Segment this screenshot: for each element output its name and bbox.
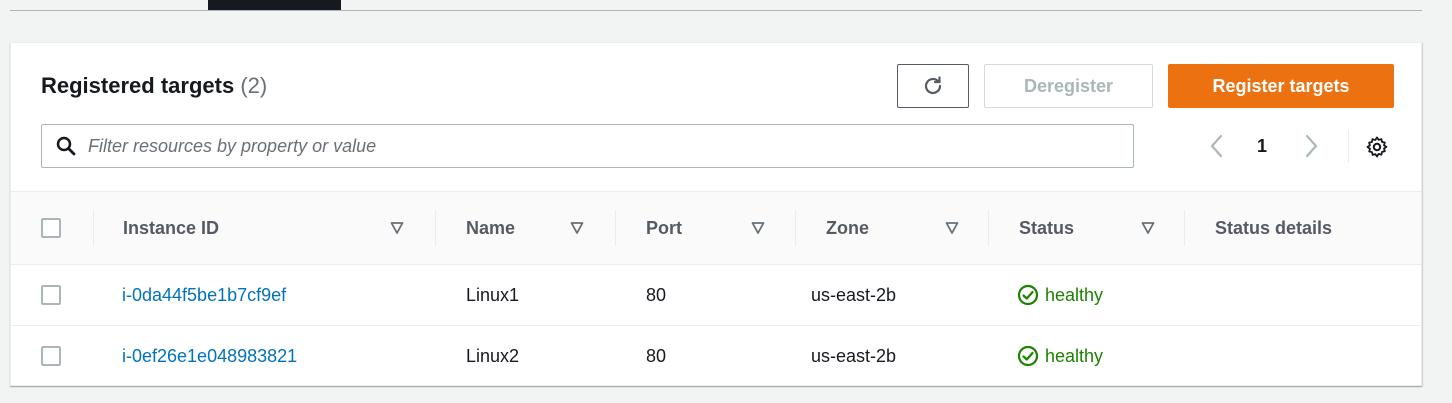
check-circle-icon xyxy=(1017,345,1039,367)
column-header-name[interactable]: Name xyxy=(466,192,515,264)
column-header-instance-id[interactable]: Instance ID xyxy=(123,192,219,264)
chevron-right-icon xyxy=(1305,134,1318,158)
active-tab-indicator xyxy=(208,0,341,10)
gear-icon[interactable] xyxy=(1365,135,1389,159)
sort-icon[interactable] xyxy=(751,221,765,235)
column-divider xyxy=(435,210,436,246)
row-select-checkbox[interactable] xyxy=(41,285,61,305)
column-header-status-details: Status details xyxy=(1215,217,1333,238)
sort-icon[interactable] xyxy=(390,221,404,235)
column-header-zone[interactable]: Zone xyxy=(826,192,869,264)
previous-page-button[interactable] xyxy=(1207,131,1227,161)
select-all-checkbox[interactable] xyxy=(41,218,61,238)
column-divider xyxy=(988,210,989,246)
column-header-port[interactable]: Port xyxy=(646,192,682,264)
refresh-icon xyxy=(924,76,942,95)
zone-value: us-east-2b xyxy=(811,345,897,366)
check-circle-icon xyxy=(1017,284,1039,306)
pager-divider xyxy=(1348,129,1349,163)
port-value: 80 xyxy=(646,284,667,305)
panel-title-text: Registered targets xyxy=(41,73,235,98)
status-cell: healthy xyxy=(1017,326,1103,386)
row-select-checkbox[interactable] xyxy=(41,346,61,366)
status-cell: healthy xyxy=(1017,265,1103,325)
registered-targets-panel: Registered targets (2) Deregister Regist… xyxy=(10,42,1422,386)
target-count: (2) xyxy=(240,73,268,98)
sort-icon[interactable] xyxy=(570,221,584,235)
zone-value: us-east-2b xyxy=(811,284,897,305)
filter-search-box[interactable] xyxy=(41,124,1134,168)
instance-id-link[interactable]: i-0ef26e1e048983821 xyxy=(122,326,297,386)
table-header: Instance ID Name Port Zone Status Status… xyxy=(11,191,1421,265)
filter-input[interactable] xyxy=(86,134,1090,158)
panel-title: Registered targets (2) xyxy=(41,73,267,99)
search-icon xyxy=(56,136,76,156)
instance-id-link[interactable]: i-0da44f5be1b7cf9ef xyxy=(122,265,286,325)
column-divider xyxy=(795,210,796,246)
column-divider xyxy=(93,210,94,246)
tab-bar xyxy=(10,0,1422,11)
sort-icon[interactable] xyxy=(1141,221,1155,235)
current-page-number[interactable]: 1 xyxy=(1257,131,1267,161)
chevron-left-icon xyxy=(1210,134,1223,158)
sort-icon[interactable] xyxy=(945,221,959,235)
table-row: i-0ef26e1e048983821 Linux2 80 us-east-2b… xyxy=(11,326,1421,387)
status-text: healthy xyxy=(1045,345,1104,366)
instance-name: Linux2 xyxy=(466,345,520,366)
refresh-button[interactable] xyxy=(897,64,969,108)
column-header-status[interactable]: Status xyxy=(1019,192,1074,264)
column-divider xyxy=(615,210,616,246)
table-row: i-0da44f5be1b7cf9ef Linux1 80 us-east-2b… xyxy=(11,265,1421,326)
register-targets-button[interactable]: Register targets xyxy=(1168,64,1394,108)
next-page-button[interactable] xyxy=(1301,131,1321,161)
status-text: healthy xyxy=(1045,284,1104,305)
column-divider xyxy=(1184,210,1185,246)
instance-name: Linux1 xyxy=(466,284,520,305)
deregister-button[interactable]: Deregister xyxy=(984,64,1153,108)
port-value: 80 xyxy=(646,345,667,366)
